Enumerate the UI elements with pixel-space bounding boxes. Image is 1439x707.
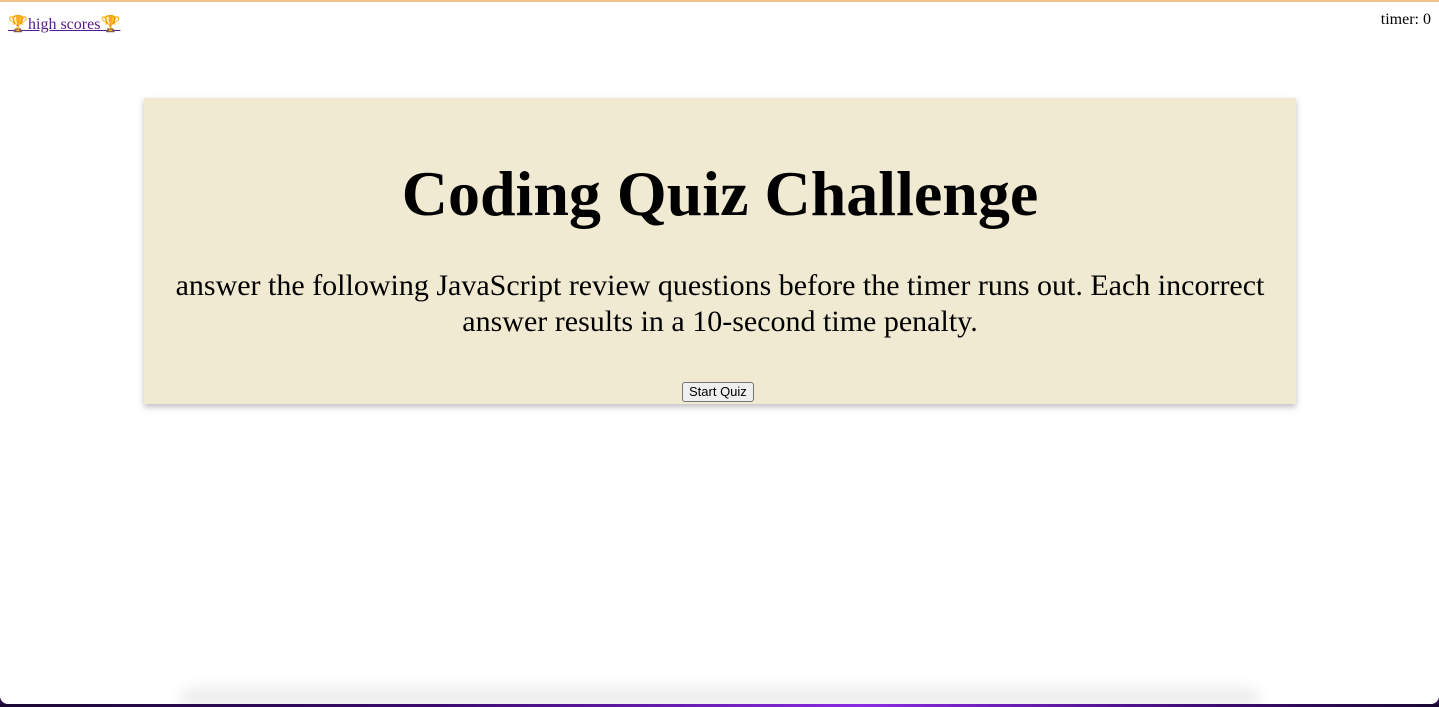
timer-display: timer: 0 [1381,11,1431,29]
timer-value: 0 [1423,11,1431,28]
high-scores-label[interactable]: high scores [28,14,100,36]
trophy-icon: 🏆 [100,16,121,33]
start-quiz-button[interactable]: Start Quiz [682,382,754,402]
quiz-description: answer the following JavaScript review q… [175,269,1265,338]
bottom-shadow [180,680,1260,704]
browser-viewport: 🏆 high scores 🏆 timer: 0 Coding Quiz Cha… [0,0,1439,704]
high-scores-link[interactable]: 🏆 high scores 🏆 [8,14,120,36]
timer-label: timer: [1380,11,1419,28]
quiz-intro-card: Coding Quiz Challenge answer the followi… [144,98,1296,404]
quiz-title: Coding Quiz Challenge [401,158,1039,229]
trophy-icon: 🏆 [8,16,28,33]
